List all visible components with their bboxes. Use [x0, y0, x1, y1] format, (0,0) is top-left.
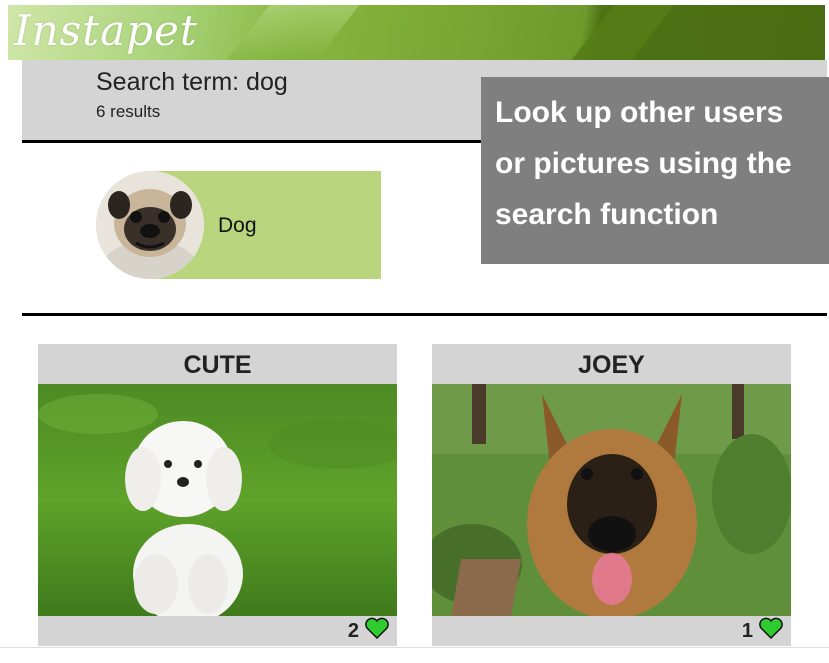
search-term-label: Search term: dog	[96, 68, 288, 96]
green-heart-icon[interactable]	[759, 617, 783, 645]
post-image[interactable]	[432, 384, 791, 616]
post-footer: 1	[432, 616, 791, 646]
like-count: 1	[741, 619, 753, 642]
german-shepherd-photo	[432, 384, 791, 616]
post-image[interactable]	[38, 384, 397, 616]
user-result-name[interactable]: Dog	[218, 214, 257, 238]
banner-decoration	[226, 5, 360, 60]
like-count: 2	[347, 619, 359, 642]
divider	[0, 647, 829, 648]
divider	[22, 140, 482, 143]
post-title: CUTE	[38, 344, 397, 384]
green-heart-icon[interactable]	[365, 617, 389, 645]
result-count: 6 results	[96, 102, 161, 121]
banner-decoration	[571, 5, 675, 60]
pug-avatar-image	[96, 171, 204, 279]
app-header-banner: Instapet	[8, 5, 825, 60]
avatar[interactable]	[96, 171, 204, 279]
divider	[22, 313, 827, 316]
tooltip-callout: Look up other users or pictures using th…	[481, 77, 829, 264]
like-counter[interactable]: 2	[347, 617, 389, 645]
maltese-photo	[38, 384, 397, 616]
tooltip-line: or pictures using the	[495, 147, 792, 180]
tooltip-line: Look up other users	[495, 96, 784, 129]
post-footer: 2	[38, 616, 397, 646]
tooltip-line: search function	[495, 198, 719, 231]
post-title: JOEY	[432, 344, 791, 384]
app-logo[interactable]: Instapet	[14, 5, 198, 60]
like-counter[interactable]: 1	[741, 617, 783, 645]
